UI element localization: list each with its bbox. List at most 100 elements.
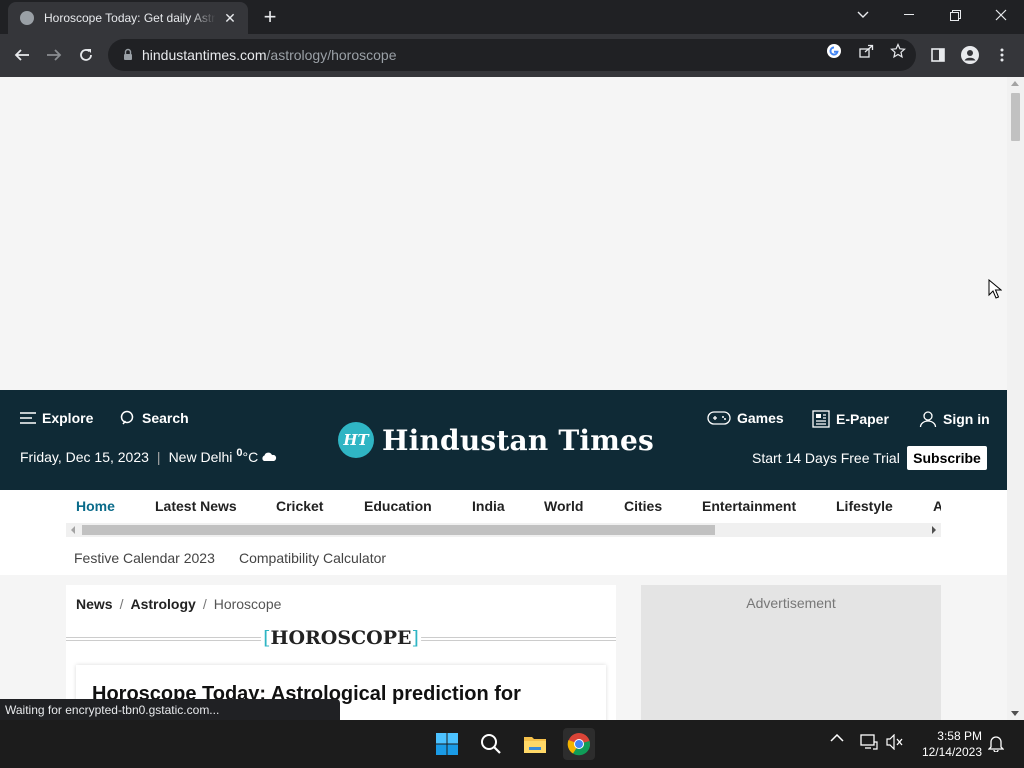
current-date: Friday, Dec 15, 2023 bbox=[20, 449, 149, 465]
gamepad-icon bbox=[707, 411, 731, 425]
ht-logo[interactable]: HT Hindustan Times bbox=[338, 422, 654, 458]
festive-calendar-link[interactable]: Festive Calendar 2023 bbox=[74, 550, 215, 566]
nav-item-entertainment[interactable]: Entertainment bbox=[702, 498, 796, 514]
nav-item-lifestyle[interactable]: Lifestyle bbox=[836, 498, 893, 514]
temp-value: 0 bbox=[236, 447, 243, 459]
page-scroll-thumb[interactable] bbox=[1011, 93, 1020, 141]
file-explorer-icon[interactable] bbox=[519, 728, 551, 760]
explore-button[interactable]: Explore bbox=[20, 410, 93, 426]
compatibility-calculator-link[interactable]: Compatibility Calculator bbox=[239, 550, 386, 566]
nav-item-cricket[interactable]: Cricket bbox=[276, 498, 323, 514]
nav-item-astrology[interactable]: Astrology bbox=[933, 498, 941, 514]
scroll-left-arrow[interactable] bbox=[71, 526, 75, 534]
newspaper-icon bbox=[812, 410, 830, 428]
free-trial-text[interactable]: Start 14 Days Free Trial bbox=[752, 450, 900, 466]
back-button[interactable] bbox=[7, 40, 37, 70]
scroll-right-arrow[interactable] bbox=[932, 526, 936, 534]
taskbar-clock[interactable]: 3:58 PM 12/14/2023 bbox=[912, 728, 982, 760]
section-title-text: HOROSCOPE bbox=[270, 627, 412, 649]
scroll-down-arrow[interactable] bbox=[1011, 711, 1019, 716]
minimize-button[interactable] bbox=[886, 0, 932, 30]
top-ad-slot bbox=[0, 77, 1007, 390]
url-text: hindustantimes.com/astrology/horoscope bbox=[142, 47, 396, 63]
breadcrumb-astrology[interactable]: Astrology bbox=[130, 596, 195, 612]
nav-item-home[interactable]: Home bbox=[76, 498, 115, 514]
user-icon bbox=[919, 411, 937, 428]
sidebar-ad: Advertisement bbox=[641, 585, 941, 720]
breadcrumb-news[interactable]: News bbox=[76, 596, 113, 612]
profile-icon[interactable] bbox=[957, 42, 983, 68]
notification-bell-icon[interactable] bbox=[988, 734, 1004, 752]
subscribe-button[interactable]: Subscribe bbox=[907, 446, 987, 470]
section-title: [HOROSCOPE] bbox=[66, 627, 616, 651]
reload-button[interactable] bbox=[71, 40, 101, 70]
search-label: Search bbox=[142, 410, 189, 426]
clock-time: 3:58 PM bbox=[937, 729, 982, 743]
cloud-icon bbox=[262, 452, 277, 461]
url-path: /astrology/horoscope bbox=[266, 47, 397, 63]
browser-tab[interactable]: Horoscope Today: Get daily Astrology Pre… bbox=[8, 2, 248, 34]
tab-search-button[interactable] bbox=[840, 0, 886, 30]
bookmark-star-icon[interactable] bbox=[889, 42, 907, 60]
windows-taskbar: 3:58 PM 12/14/2023 bbox=[0, 720, 1024, 768]
address-bar[interactable]: hindustantimes.com/astrology/horoscope bbox=[108, 39, 916, 71]
advertisement-label: Advertisement bbox=[746, 595, 836, 611]
epaper-button[interactable]: E-Paper bbox=[812, 410, 889, 428]
taskbar-search-icon[interactable] bbox=[475, 728, 507, 760]
page-vertical-scrollbar[interactable] bbox=[1007, 77, 1024, 720]
breadcrumb-horoscope: Horoscope bbox=[213, 596, 282, 612]
epaper-label: E-Paper bbox=[836, 411, 889, 427]
search-icon bbox=[120, 410, 134, 425]
city-name: New Delhi bbox=[168, 449, 233, 465]
nav-item-india[interactable]: India bbox=[472, 498, 505, 514]
url-host: hindustantimes.com bbox=[142, 47, 267, 63]
nav-items: Home Latest News Cricket Education India… bbox=[66, 490, 941, 523]
breadcrumb-separator: / bbox=[119, 596, 124, 612]
close-tab-icon[interactable]: ✕ bbox=[222, 10, 238, 27]
games-label: Games bbox=[737, 410, 784, 426]
volume-muted-icon[interactable] bbox=[886, 734, 904, 750]
show-hidden-icons-chevron-icon[interactable] bbox=[830, 734, 844, 742]
scroll-up-arrow[interactable] bbox=[1011, 81, 1019, 86]
network-icon[interactable] bbox=[860, 734, 878, 750]
close-window-button[interactable] bbox=[978, 0, 1024, 30]
browser-tabstrip: Horoscope Today: Get daily Astrology Pre… bbox=[0, 0, 1024, 34]
nav-item-education[interactable]: Education bbox=[364, 498, 432, 514]
logo-text: Hindustan Times bbox=[382, 423, 655, 457]
forward-button[interactable] bbox=[39, 40, 69, 70]
page-viewport: Explore Search Friday, Dec 15, 2023 | Ne… bbox=[0, 77, 1024, 720]
temp-unit: °C bbox=[242, 449, 259, 465]
side-panel-icon[interactable] bbox=[925, 42, 951, 68]
date-separator: | bbox=[156, 449, 161, 465]
section-label: [HOROSCOPE] bbox=[261, 627, 421, 649]
globe-icon bbox=[20, 11, 34, 25]
google-lens-icon[interactable] bbox=[825, 42, 843, 60]
windows-start-icon[interactable] bbox=[431, 728, 463, 760]
chrome-taskbar-icon[interactable] bbox=[563, 728, 595, 760]
nav-item-world[interactable]: World bbox=[544, 498, 583, 514]
bracket-right: ] bbox=[411, 627, 419, 649]
lock-icon bbox=[124, 48, 132, 60]
site-header: Explore Search Friday, Dec 15, 2023 | Ne… bbox=[0, 390, 1007, 490]
explore-label: Explore bbox=[42, 410, 94, 426]
breadcrumb-separator: / bbox=[202, 596, 207, 612]
mouse-cursor-icon bbox=[988, 279, 1002, 299]
breadcrumb: News / Astrology / Horoscope bbox=[76, 596, 281, 612]
browser-status-bar: Waiting for encrypted-tbn0.gstatic.com..… bbox=[0, 699, 340, 720]
restore-button[interactable] bbox=[932, 0, 978, 30]
nav-horizontal-scrollbar[interactable] bbox=[66, 523, 941, 537]
sign-in-label: Sign in bbox=[943, 411, 990, 427]
games-button[interactable]: Games bbox=[707, 410, 784, 426]
new-tab-button[interactable]: + bbox=[258, 6, 282, 30]
date-location: Friday, Dec 15, 2023 | New Delhi 0 °C bbox=[20, 447, 277, 465]
nav-item-latest-news[interactable]: Latest News bbox=[155, 498, 237, 514]
search-button[interactable]: Search bbox=[120, 410, 189, 426]
menu-kebab-icon[interactable] bbox=[989, 42, 1015, 68]
sign-in-button[interactable]: Sign in bbox=[919, 410, 990, 428]
scroll-thumb[interactable] bbox=[82, 525, 715, 535]
clock-date: 12/14/2023 bbox=[921, 745, 982, 759]
share-icon[interactable] bbox=[857, 42, 875, 60]
main-nav: Home Latest News Cricket Education India… bbox=[0, 490, 1007, 575]
browser-toolbar: hindustantimes.com/astrology/horoscope bbox=[0, 34, 1024, 77]
nav-item-cities[interactable]: Cities bbox=[624, 498, 662, 514]
